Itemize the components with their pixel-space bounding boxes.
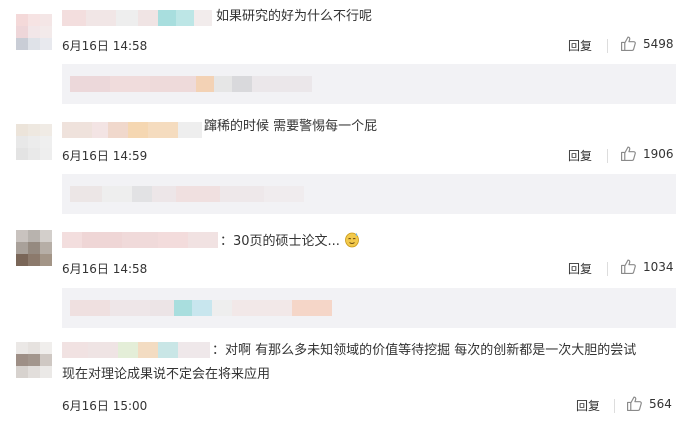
thumbs-up-icon: [621, 146, 636, 161]
like-count: 1034: [643, 259, 674, 274]
username-blurred[interactable]: [62, 232, 218, 248]
comment-item: 如果研究的好为什么不行呢 6月16日 14:58 回复 5498: [0, 0, 680, 110]
avatar[interactable]: [16, 342, 52, 378]
divider: [607, 149, 608, 163]
sub-reply-box: [62, 64, 676, 104]
reply-button[interactable]: 回复: [568, 260, 592, 277]
sub-reply-blurred: [70, 186, 304, 202]
sub-reply-box: [62, 174, 676, 214]
reply-button[interactable]: 回复: [568, 37, 592, 54]
username-blurred[interactable]: [62, 342, 210, 358]
username-blurred[interactable]: [62, 10, 212, 26]
comment-time: 6月16日 14:59: [62, 149, 148, 163]
divider: [614, 399, 615, 413]
comment-text: ：30页的硕士论文...: [220, 230, 360, 253]
like-button[interactable]: 564: [626, 395, 672, 412]
comment-time: 6月16日 14:58: [62, 39, 148, 53]
like-button[interactable]: 1034: [620, 258, 674, 275]
avatar[interactable]: [16, 124, 52, 160]
reply-button[interactable]: 回复: [568, 147, 592, 164]
sub-reply-box: [62, 288, 676, 328]
thumbs-up-icon: [621, 259, 636, 274]
comment-time: 6月16日 14:58: [62, 262, 148, 276]
like-button[interactable]: 1906: [620, 145, 674, 162]
like-count: 5498: [643, 36, 674, 51]
like-count: 564: [649, 396, 672, 411]
comment-time: 6月16日 15:00: [62, 399, 148, 413]
divider: [607, 39, 608, 53]
thumbs-up-icon: [627, 396, 642, 411]
thumbs-up-icon: [621, 36, 636, 51]
comment-text: ：对啊 有那么多未知领域的价值等待挖掘 每次的创新都是一次大胆的尝试: [212, 343, 637, 358]
comment-text: 蹿稀的时候 需要警惕每一个屁: [204, 119, 378, 134]
reply-button[interactable]: 回复: [576, 397, 600, 414]
sub-reply-blurred: [70, 300, 332, 316]
divider: [607, 262, 608, 276]
avatar[interactable]: [16, 14, 52, 50]
sweat-smile-emoji-icon: [345, 232, 359, 248]
comment-text: 如果研究的好为什么不行呢: [216, 9, 373, 24]
comment-item: ：30页的硕士论文... 6月16日 14:58 回复 1034: [0, 220, 680, 330]
comment-item: 蹿稀的时候 需要警惕每一个屁 6月16日 14:59 回复 1906: [0, 110, 680, 220]
comment-text-content: ：30页的硕士论文...: [220, 234, 340, 249]
sub-reply-blurred: [70, 76, 312, 92]
comment-item: ：对啊 有那么多未知领域的价值等待挖掘 每次的创新都是一次大胆的尝试 现在对理论…: [0, 330, 680, 433]
like-count: 1906: [643, 146, 674, 161]
avatar[interactable]: [16, 230, 52, 266]
username-blurred[interactable]: [62, 122, 202, 138]
like-button[interactable]: 5498: [620, 35, 674, 52]
comment-text-line2: 现在对理论成果说不定会在将来应用: [62, 367, 271, 382]
